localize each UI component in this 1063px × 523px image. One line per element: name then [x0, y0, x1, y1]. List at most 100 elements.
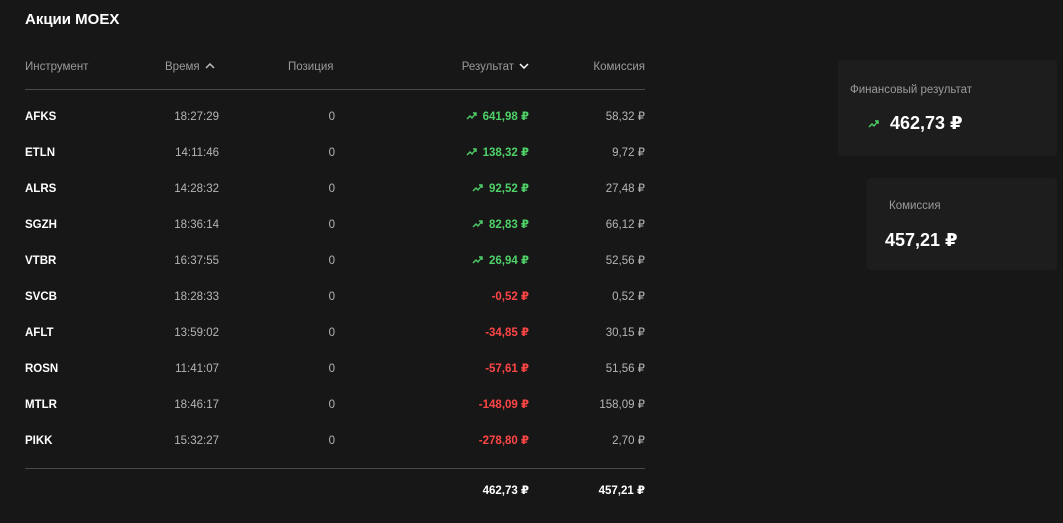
column-header-label: Время — [165, 61, 200, 73]
commission-cell-text: 30,15 ₽ — [605, 327, 645, 339]
column-header-result[interactable]: Результат — [462, 61, 529, 73]
commission-cell: 58,32 ₽ — [606, 110, 645, 124]
time-cell: 18:36:14 — [174, 218, 219, 232]
commission-cell-text: 58,32 ₽ — [605, 111, 645, 123]
financial-result-amount: 462,73 ₽ — [890, 113, 963, 133]
position-cell-text: 0 — [328, 399, 335, 411]
header-divider — [25, 89, 645, 90]
time-cell: 11:41:07 — [175, 362, 219, 376]
ticker-cell-text: SVCB — [25, 291, 57, 303]
commission-cell-text: 51,56 ₽ — [605, 363, 645, 375]
ticker-cell-text: ROSN — [25, 363, 59, 375]
ticker-cell: ETLN — [25, 146, 55, 160]
position-cell-text: 0 — [328, 327, 335, 339]
time-cell-text: 13:59:02 — [174, 327, 219, 339]
time-cell-text: 11:41:07 — [175, 363, 219, 375]
commission-cell-text: 9,72 ₽ — [612, 147, 645, 159]
position-cell-text: 0 — [328, 111, 335, 123]
column-header-time[interactable]: Время — [165, 61, 215, 73]
ticker-cell: PIKK — [25, 434, 52, 448]
result-cell-text: -34,85 ₽ — [485, 327, 529, 339]
ticker-cell-text: ALRS — [25, 183, 57, 195]
column-header-commission[interactable]: Комиссия — [593, 61, 645, 73]
position-cell-text: 0 — [328, 147, 335, 159]
position-cell-text: 0 — [328, 435, 335, 447]
commission-cell: 2,70 ₽ — [612, 434, 645, 448]
column-header-position[interactable]: Позиция — [288, 61, 333, 73]
time-cell-text: 14:28:32 — [174, 183, 219, 195]
ticker-cell-text: PIKK — [25, 435, 53, 447]
total-commission: 457,21 ₽ — [598, 485, 645, 497]
ticker-cell: AFLT — [25, 326, 54, 340]
column-header-instrument[interactable]: Инструмент — [25, 61, 88, 73]
footer-divider — [25, 468, 645, 469]
time-cell-text: 16:37:55 — [174, 255, 219, 267]
ticker-cell: ROSN — [25, 362, 58, 376]
commission-cell: 52,56 ₽ — [606, 254, 645, 268]
commission-cell: 51,56 ₽ — [606, 362, 645, 376]
commission-cell: 9,72 ₽ — [612, 146, 645, 160]
total-result: 462,73 ₽ — [482, 485, 529, 497]
commission-cell: 0,52 ₽ — [612, 290, 645, 304]
commission-cell: 66,12 ₽ — [606, 218, 645, 232]
commission-value: 457,21 ₽ — [885, 230, 958, 250]
position-cell: 0 — [329, 290, 335, 304]
result-cell: 641,98 ₽ — [466, 110, 529, 124]
position-cell: 0 — [329, 434, 335, 448]
commission-cell-text: 158,09 ₽ — [599, 399, 645, 411]
commission-cell: 27,48 ₽ — [606, 182, 645, 196]
position-cell: 0 — [329, 398, 335, 412]
position-cell: 0 — [329, 326, 335, 340]
result-cell-text: -57,61 ₽ — [485, 363, 529, 375]
time-cell-text: 15:32:27 — [174, 435, 219, 447]
result-cell: 138,32 ₽ — [466, 146, 529, 160]
time-cell: 15:32:27 — [174, 434, 219, 448]
result-cell: 82,83 ₽ — [472, 218, 529, 232]
ticker-cell: ALRS — [25, 182, 56, 196]
commission-cell: 158,09 ₽ — [599, 398, 645, 412]
time-cell: 16:37:55 — [174, 254, 219, 268]
result-cell: -57,61 ₽ — [485, 362, 529, 376]
result-cell: 92,52 ₽ — [472, 182, 529, 196]
column-header-label: Инструмент — [25, 61, 89, 73]
ticker-cell-text: AFKS — [25, 111, 57, 123]
page-title: Акции MOEX — [25, 11, 120, 28]
time-cell: 14:28:32 — [174, 182, 219, 196]
result-cell: 26,94 ₽ — [472, 254, 529, 268]
position-cell-text: 0 — [328, 183, 335, 195]
time-cell: 18:28:33 — [174, 290, 219, 304]
result-cell-text: 641,98 ₽ — [482, 111, 529, 123]
chevron-down-icon — [519, 63, 529, 69]
position-cell: 0 — [329, 182, 335, 196]
trend-up-icon — [472, 220, 483, 228]
time-cell: 18:27:29 — [174, 110, 219, 124]
position-cell: 0 — [329, 218, 335, 232]
position-cell-text: 0 — [328, 363, 335, 375]
trend-up-icon — [466, 148, 477, 156]
time-cell: 14:11:46 — [175, 146, 219, 160]
result-cell: -34,85 ₽ — [485, 326, 529, 340]
result-cell: -148,09 ₽ — [479, 398, 529, 412]
result-cell-text: 92,52 ₽ — [489, 183, 529, 195]
position-cell-text: 0 — [328, 219, 335, 231]
commission-cell-text: 27,48 ₽ — [605, 183, 645, 195]
ticker-cell-text: MTLR — [25, 399, 57, 411]
position-cell: 0 — [329, 254, 335, 268]
result-cell: -278,80 ₽ — [479, 434, 529, 448]
ticker-cell-text: VTBR — [25, 255, 57, 267]
ticker-cell-text: SGZH — [25, 219, 57, 231]
commission-cell: 30,15 ₽ — [606, 326, 645, 340]
commission-label: Комиссия — [889, 200, 941, 212]
ticker-cell: AFKS — [25, 110, 56, 124]
position-cell: 0 — [329, 362, 335, 376]
time-cell-text: 18:46:17 — [174, 399, 219, 411]
column-header-label: Позиция — [288, 61, 334, 73]
column-header-label: Комиссия — [593, 61, 645, 73]
ticker-cell: VTBR — [25, 254, 56, 268]
ticker-cell-text: AFLT — [25, 327, 54, 339]
trend-up-icon — [472, 256, 483, 264]
result-cell-text: -0,52 ₽ — [491, 291, 529, 303]
column-header-label: Результат — [461, 61, 514, 73]
time-cell: 18:46:17 — [174, 398, 219, 412]
commission-card: Комиссия 457,21 ₽ — [867, 178, 1057, 270]
